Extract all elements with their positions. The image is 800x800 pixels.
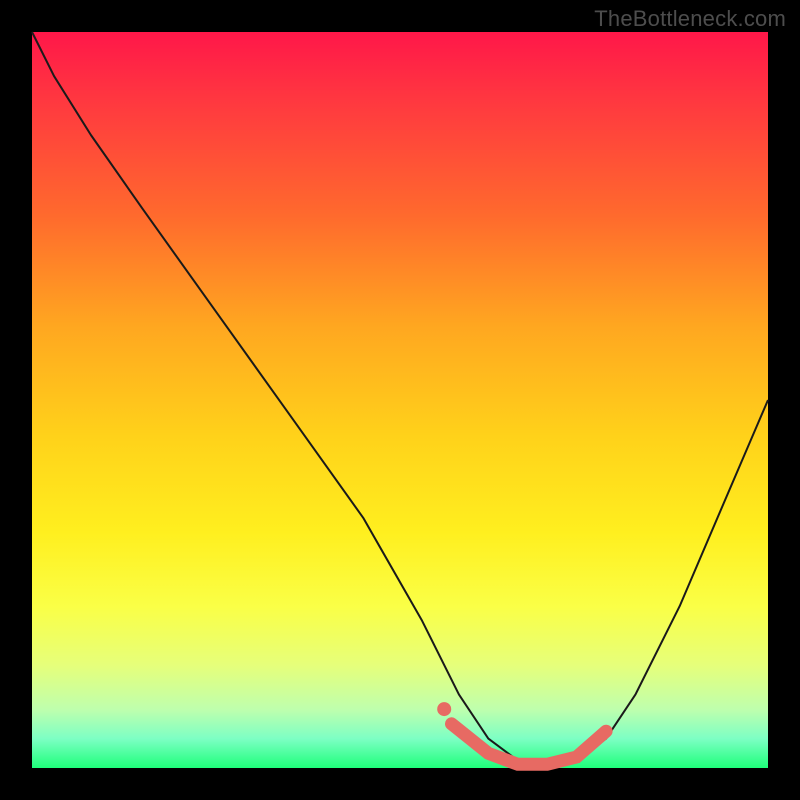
bottleneck-curve [32, 32, 768, 768]
optimal-range-lead-dot [437, 702, 451, 716]
optimal-range-marker [452, 724, 607, 765]
chart-svg [32, 32, 768, 768]
watermark-text: TheBottleneck.com [594, 6, 786, 32]
plot-area [32, 32, 768, 768]
chart-frame: TheBottleneck.com [0, 0, 800, 800]
